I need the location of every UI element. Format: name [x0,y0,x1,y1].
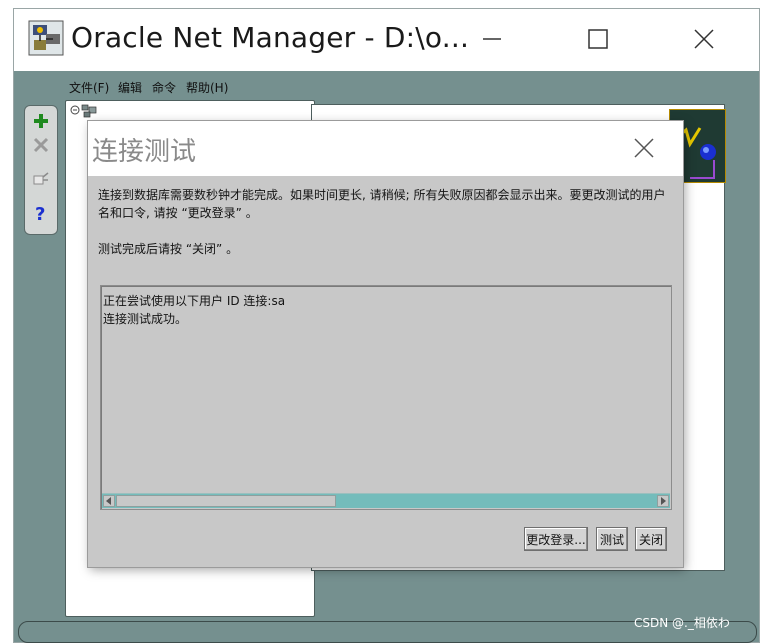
log-line-1: 正在尝试使用以下用户 ID 连接:sa [103,294,286,308]
dialog-instructions-line2: 名和口令, 请按 “更改登录” 。 [98,206,258,220]
menu-bar: 文件(F) 编辑 命令 帮助(H) [14,71,759,97]
minimize-button[interactable] [469,19,515,59]
arrow-right-icon [661,497,666,505]
background-text-1: 方法 [682,234,707,248]
close-icon [694,29,714,49]
dialog-title: 连接测试 [92,137,197,167]
maximize-icon [588,29,608,49]
minimize-icon [483,38,501,40]
test-button[interactable]: 测试 [596,527,628,551]
help-icon: ? [35,204,45,223]
dialog-instructions-line3: 测试完成后请按 “关闭” 。 [98,242,239,256]
menu-file[interactable]: 文件(F) [69,79,109,96]
dialog-close-button[interactable] [619,127,669,169]
close-icon [634,138,654,158]
test-log-textarea[interactable]: 正在尝试使用以下用户 ID 连接:sa 连接测试成功。 [100,285,672,510]
window-close-button[interactable] [681,19,727,59]
delete-button[interactable] [30,134,52,156]
tree-root-icon[interactable] [70,103,100,121]
oracle-net-manager-icon [28,20,64,56]
maximize-button[interactable] [575,19,621,59]
test-service-button[interactable] [30,168,52,190]
title-bar: Oracle Net Manager - D:\o... [14,9,759,71]
test-icon [33,172,49,185]
vertical-toolbar: ? [24,105,58,235]
svg-text:?: ? [35,204,45,223]
background-text-2: 库或 [682,251,707,265]
arrow-left-icon [106,497,111,505]
horizontal-scrollbar[interactable] [102,493,670,508]
close-button[interactable]: 关闭 [635,527,667,551]
add-icon [34,114,48,128]
watermark: CSDN @._相依わ [634,616,730,630]
log-line-2: 连接测试成功。 [103,312,188,326]
background-text-3: 击 “服 [682,377,717,391]
add-button[interactable] [30,110,52,132]
menu-help[interactable]: 帮助(H) [186,79,228,96]
window-title: Oracle Net Manager - D:\o... [71,21,470,54]
connection-test-dialog: 连接测试 连接到数据库需要数秒钟才能完成。如果时间更长, 请稍候; 所有失败原因… [88,121,683,567]
background-text-4: 或选择 [682,394,719,408]
help-button[interactable]: ? [30,202,52,224]
scroll-left-button[interactable] [103,495,115,507]
scroll-thumb[interactable] [116,495,336,507]
delete-icon [33,137,49,153]
menu-command[interactable]: 命令 [152,79,176,96]
change-login-button[interactable]: 更改登录... [524,527,588,551]
menu-edit[interactable]: 编辑 [118,79,142,96]
scroll-right-button[interactable] [657,495,669,507]
dialog-instructions-line1: 连接到数据库需要数秒钟才能完成。如果时间更长, 请稍候; 所有失败原因都会显示出… [98,188,666,202]
dialog-title-bar: 连接测试 [88,121,683,176]
